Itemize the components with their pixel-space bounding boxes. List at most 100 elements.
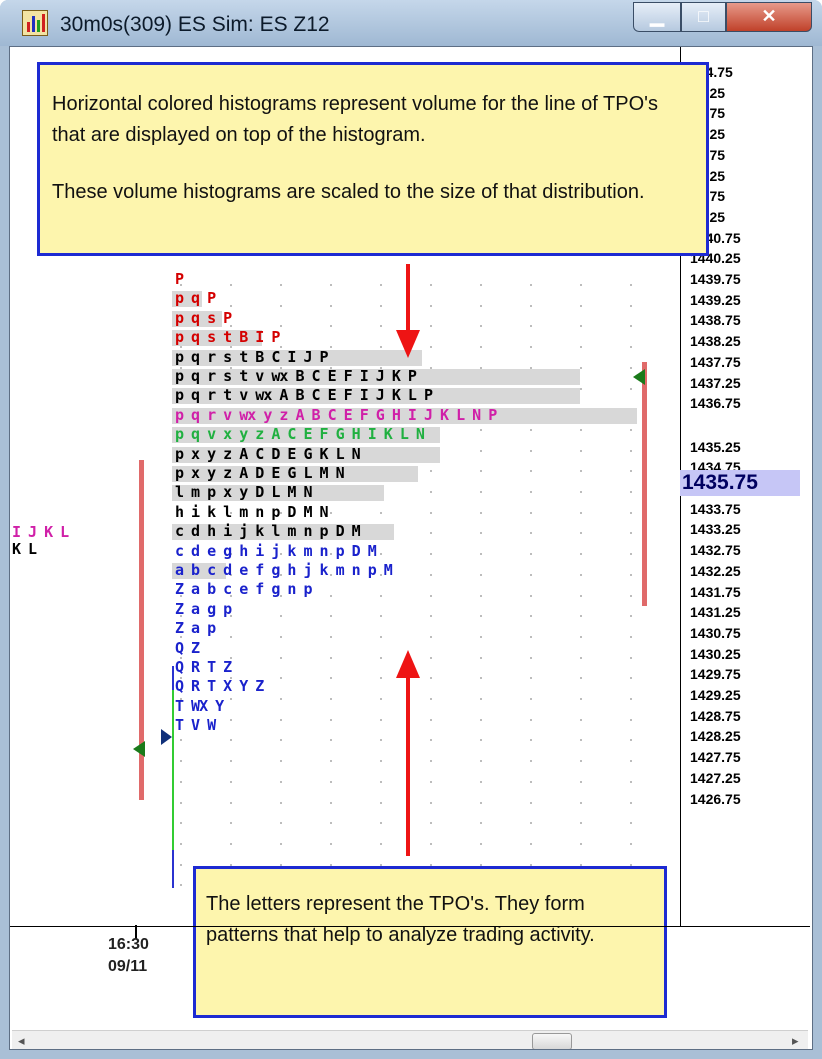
grid-dot bbox=[480, 656, 482, 659]
grid-dot bbox=[430, 325, 432, 328]
scroll-thumb[interactable] bbox=[532, 1033, 572, 1049]
grid-dot bbox=[580, 491, 582, 493]
minimize-button[interactable]: ▁ bbox=[633, 2, 681, 32]
grid-dot bbox=[430, 801, 432, 804]
left-poc-marker bbox=[133, 741, 145, 757]
grid-dot bbox=[580, 677, 582, 680]
grid-dot bbox=[630, 739, 632, 742]
down-arrow-head bbox=[396, 330, 420, 358]
grid-dot bbox=[480, 760, 482, 763]
close-icon: ✕ bbox=[761, 6, 777, 26]
tpo-row: p q r s t B C I J P bbox=[175, 347, 329, 366]
grid-dot bbox=[480, 615, 482, 618]
grid-dot bbox=[580, 780, 582, 783]
grid-dot bbox=[380, 594, 382, 597]
grid-dot bbox=[430, 718, 432, 721]
grid-dot bbox=[530, 801, 532, 804]
grid-dot bbox=[380, 656, 382, 659]
grid-dot bbox=[230, 284, 232, 286]
grid-dot bbox=[380, 553, 382, 556]
tpo-row: Q R T Z bbox=[175, 659, 232, 675]
price-label: 1431.75 bbox=[690, 583, 741, 600]
tpo-row: T WX Y bbox=[175, 698, 224, 714]
grid-dot bbox=[480, 325, 482, 328]
grid-dot bbox=[630, 698, 632, 700]
chart-app-icon[interactable] bbox=[22, 10, 48, 36]
tpo-letters: p q v x y z A C E F G H I K L N bbox=[175, 425, 425, 444]
grid-dot bbox=[530, 760, 532, 763]
grid-dot bbox=[330, 284, 332, 286]
grid-dot bbox=[530, 428, 532, 431]
grid-dot bbox=[280, 718, 282, 721]
tpo-row: p x y z A D E G L M N bbox=[175, 465, 345, 481]
grid-dot bbox=[630, 366, 632, 369]
grid-dot bbox=[630, 718, 632, 721]
grid-dot bbox=[230, 718, 232, 721]
grid-dot bbox=[430, 739, 432, 742]
grid-dot bbox=[480, 449, 482, 452]
chart-area[interactable]: 144.7544.2543.7543.2542.7542.2541.7541.2… bbox=[9, 46, 813, 1050]
grid-dot bbox=[480, 718, 482, 721]
grid-dot bbox=[580, 842, 582, 845]
histogram-note-text-2: These volume histograms are scaled to th… bbox=[52, 181, 645, 203]
grid-dot bbox=[430, 822, 432, 825]
grid-dot bbox=[530, 553, 532, 556]
grid-dot bbox=[580, 801, 582, 804]
grid-dot bbox=[380, 677, 382, 680]
price-label: 1439.25 bbox=[690, 291, 741, 308]
title-bar[interactable]: 30m0s(309) ES Sim: ES Z12 ▁ □ ✕ bbox=[0, 0, 822, 46]
grid-dot bbox=[530, 698, 532, 700]
grid-dot bbox=[580, 822, 582, 825]
grid-dot bbox=[380, 718, 382, 721]
grid-dot bbox=[430, 304, 432, 307]
grid-dot bbox=[430, 284, 432, 286]
grid-dot bbox=[630, 491, 632, 493]
tpo-letters: p q s P bbox=[175, 308, 232, 327]
grid-dot bbox=[430, 635, 432, 638]
close-button[interactable]: ✕ bbox=[726, 2, 812, 32]
grid-dot bbox=[330, 325, 332, 328]
grid-dot bbox=[630, 532, 632, 535]
tpo-row: c d h i j k l m n p D M bbox=[175, 523, 361, 539]
grid-dot bbox=[530, 842, 532, 845]
grid-dot bbox=[580, 387, 582, 390]
grid-dot bbox=[280, 780, 282, 783]
grid-dot bbox=[230, 822, 232, 825]
grid-dot bbox=[580, 449, 582, 452]
grid-dot bbox=[630, 760, 632, 763]
grid-dot bbox=[630, 594, 632, 597]
grid-dot bbox=[580, 594, 582, 597]
grid-dot bbox=[430, 677, 432, 680]
tpo-letters: Z a b c e f g n p bbox=[175, 580, 313, 599]
scroll-left-icon[interactable]: ◂ bbox=[18, 1033, 25, 1049]
tpo-letters: c d e g h i j k m n p D M bbox=[175, 541, 377, 560]
grid-dot bbox=[480, 428, 482, 431]
histogram-note: Horizontal colored histograms represent … bbox=[37, 62, 709, 256]
scroll-right-icon[interactable]: ▸ bbox=[792, 1033, 799, 1049]
grid-dot bbox=[280, 822, 282, 825]
open-price-marker bbox=[161, 729, 172, 745]
grid-dot bbox=[530, 325, 532, 328]
grid-dot bbox=[530, 739, 532, 742]
price-label: 1437.75 bbox=[690, 353, 741, 370]
tpo-letters: p q r v wx y z A B C E F G H I J K L N P bbox=[175, 405, 497, 424]
tpo-letters: Z a p bbox=[175, 619, 216, 638]
grid-dot bbox=[480, 635, 482, 638]
grid-dot bbox=[280, 656, 282, 659]
tpo-row: Q Z bbox=[175, 640, 200, 656]
grid-dot bbox=[530, 470, 532, 473]
tpo-letters: p q r s t B C I J P bbox=[175, 347, 329, 366]
grid-dot bbox=[380, 780, 382, 783]
grid-dot bbox=[280, 284, 282, 286]
histogram-note-text-1: Horizontal colored histograms represent … bbox=[52, 93, 658, 146]
grid-dot bbox=[580, 739, 582, 742]
maximize-button[interactable]: □ bbox=[681, 2, 726, 32]
grid-dot bbox=[430, 615, 432, 618]
time-axis-time: 16:30 bbox=[108, 936, 149, 953]
grid-dot bbox=[280, 760, 282, 763]
horizontal-scrollbar[interactable]: ◂ ▸ bbox=[12, 1030, 808, 1049]
tpo-row: p q P bbox=[175, 290, 216, 306]
tpo-row: a b c d e f g h j k m n p M bbox=[175, 562, 393, 578]
grid-dot bbox=[380, 760, 382, 763]
time-axis-separator bbox=[10, 926, 810, 927]
